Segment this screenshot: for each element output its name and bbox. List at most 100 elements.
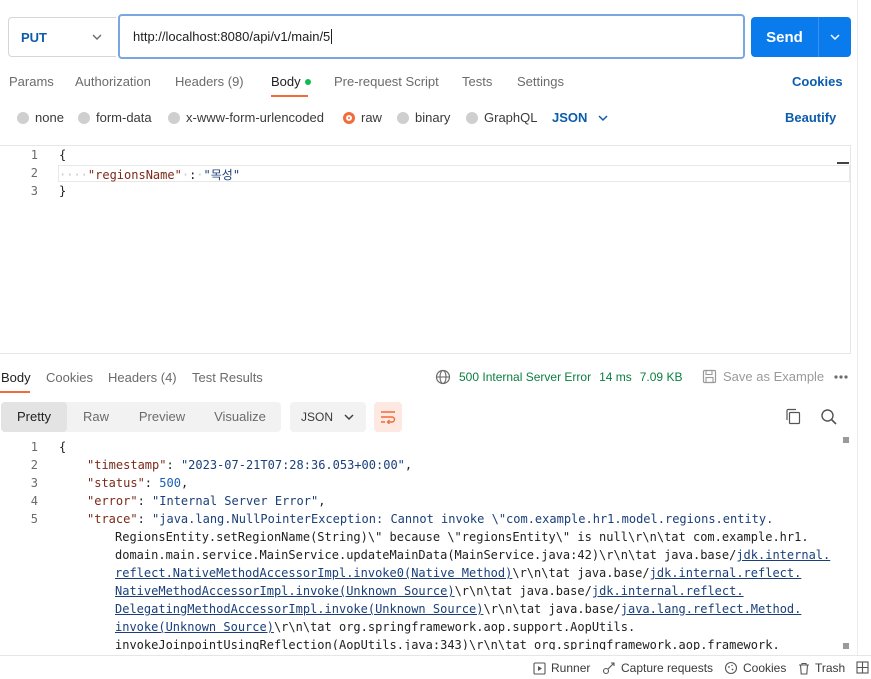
trace-link[interactable]: DelegatingMethodAccessorImpl.invoke(Unkn… <box>115 602 483 616</box>
runner-button[interactable]: Runner <box>533 661 590 675</box>
radio-circle <box>466 111 478 124</box>
json-value: "java.lang.NullPointerException: Cannot … <box>152 512 774 526</box>
code-wrap-line: RegionsEntity.setRegionName(String)\" be… <box>115 530 809 544</box>
trace-link[interactable]: java.lang.reflect.Method. <box>621 602 802 616</box>
code-wrap-line: invoke(Unknown Source)\r\n\tat org.sprin… <box>115 620 635 634</box>
runner-label: Runner <box>551 661 591 675</box>
radio-label: raw <box>361 110 382 125</box>
radio-none[interactable]: none <box>17 110 64 125</box>
radio-binary[interactable]: binary <box>397 110 450 125</box>
cookie-icon <box>724 661 738 675</box>
line-number: 4 <box>30 494 38 508</box>
panel-divider <box>857 0 858 655</box>
code-line: "status": 500, <box>87 476 189 490</box>
response-tab-headers[interactable]: Headers (4) <box>108 370 177 385</box>
json-value: "2023-07-21T07:28:36.053+00:00" <box>180 458 405 472</box>
scrollbar-down-arrow[interactable] <box>843 643 849 649</box>
line-number: 3 <box>30 184 38 198</box>
line-number: 5 <box>30 512 38 526</box>
trace-text: \r\n\tat org.springframework.aop.support… <box>273 620 636 634</box>
code-wrap-line: invokeJoinpointUsingReflection(AopUtils.… <box>115 638 780 650</box>
code-line: "trace": "java.lang.NullPointerException… <box>87 512 774 526</box>
tab-body[interactable]: Body <box>271 74 311 89</box>
radio-form-data[interactable]: form-data <box>78 110 152 125</box>
code-brace: } <box>59 184 67 198</box>
wrap-lines-button[interactable] <box>374 402 402 432</box>
response-time[interactable]: 14 ms <box>599 370 632 384</box>
radio-x-www-form-urlencoded[interactable]: x-www-form-urlencoded <box>168 110 324 125</box>
view-visualize[interactable]: Visualize <box>199 402 281 432</box>
cookies-link[interactable]: Cookies <box>792 74 843 89</box>
wrap-lines-icon <box>381 411 396 424</box>
tab-pre-request-script[interactable]: Pre-request Script <box>334 74 439 89</box>
radio-circle-selected <box>343 111 355 124</box>
radio-graphql[interactable]: GraphQL <box>466 110 537 125</box>
json-value: "Internal Server Error" <box>152 494 319 508</box>
response-view-tabs: Pretty Raw Preview Visualize <box>1 402 281 432</box>
scrollbar-up-arrow[interactable] <box>843 437 849 443</box>
scrollbar-thumb[interactable] <box>837 162 849 164</box>
send-button[interactable]: Send <box>751 17 851 57</box>
save-icon <box>702 369 717 384</box>
json-value: "목성" <box>203 168 241 182</box>
view-pretty[interactable]: Pretty <box>1 402 67 432</box>
tab-headers[interactable]: Headers (9) <box>175 74 244 89</box>
url-text: http://localhost:8080/api/v1/main/5 <box>133 29 331 44</box>
trace-link[interactable]: reflect.NativeMethodAccessorImpl.invoke0… <box>115 566 512 580</box>
radio-circle <box>78 111 90 124</box>
beautify-button[interactable]: Beautify <box>785 110 836 125</box>
trash-button[interactable]: Trash <box>798 661 845 675</box>
capture-requests-button[interactable]: Capture requests <box>602 661 713 675</box>
body-format-label: JSON <box>552 110 588 125</box>
trace-link[interactable]: invoke(Unknown Source) <box>115 620 274 634</box>
code-line: "error": "Internal Server Error", <box>87 494 326 508</box>
method-select[interactable]: PUT <box>8 17 116 57</box>
layout-toggle-button[interactable] <box>856 661 869 674</box>
line-number: 1 <box>30 440 38 454</box>
radio-label: GraphQL <box>484 110 538 125</box>
view-preview[interactable]: Preview <box>125 402 199 432</box>
save-as-example-label: Save as Example <box>723 369 825 384</box>
trace-link[interactable]: jdk.internal.reflect. <box>650 566 802 580</box>
tab-settings[interactable]: Settings <box>517 74 564 89</box>
chevron-down-icon <box>598 114 608 121</box>
response-tab-body[interactable]: Body <box>1 370 31 385</box>
trace-link[interactable]: jdk.internal. <box>736 548 830 562</box>
tab-params[interactable]: Params <box>9 74 54 89</box>
view-raw[interactable]: Raw <box>67 402 125 432</box>
body-format-select[interactable]: JSON <box>552 110 609 125</box>
line-number: 3 <box>30 476 38 490</box>
json-key: "trace" <box>87 512 138 526</box>
search-icon[interactable] <box>820 408 838 426</box>
trace-text: \r\n\tat java.base/ <box>483 602 621 616</box>
code-line: ····"regionsName"·:·"목성" <box>59 168 241 182</box>
tab-tests[interactable]: Tests <box>462 74 492 89</box>
active-tab-indicator <box>0 391 30 393</box>
radio-raw[interactable]: raw <box>343 110 382 125</box>
response-tab-test-results[interactable]: Test Results <box>192 370 263 385</box>
url-input[interactable]: http://localhost:8080/api/v1/main/5 <box>118 14 745 59</box>
globe-icon[interactable] <box>435 369 451 385</box>
send-options-button[interactable] <box>819 30 851 44</box>
response-format-select[interactable]: JSON <box>290 402 366 432</box>
more-options-icon[interactable] <box>833 374 849 380</box>
code-wrap-line: reflect.NativeMethodAccessorImpl.invoke0… <box>115 566 801 580</box>
save-as-example-button[interactable]: Save as Example <box>702 369 824 384</box>
json-key: "error" <box>87 494 138 508</box>
status-code[interactable]: 500 Internal Server Error <box>459 370 591 384</box>
tab-authorization[interactable]: Authorization <box>75 74 151 89</box>
copy-icon[interactable] <box>785 408 801 425</box>
tab-body-label: Body <box>271 74 301 89</box>
radio-circle <box>168 111 180 124</box>
trace-link[interactable]: jdk.internal.reflect. <box>592 584 744 598</box>
body-modified-dot <box>304 78 311 85</box>
response-size[interactable]: 7.09 KB <box>640 370 683 384</box>
capture-icon <box>602 662 615 675</box>
code-wrap-line: domain.main.service.MainService.updateMa… <box>115 548 830 562</box>
chevron-down-icon <box>92 34 102 40</box>
response-tab-cookies[interactable]: Cookies <box>46 370 93 385</box>
text-caret <box>331 29 333 44</box>
statusbar-cookies-button[interactable]: Cookies <box>724 661 786 675</box>
trace-link[interactable]: NativeMethodAccessorImpl.invoke(Unknown … <box>115 584 455 598</box>
response-body-viewer[interactable]: 1 2 3 4 5 { "timestamp": "2023-07-21T07:… <box>0 437 851 650</box>
